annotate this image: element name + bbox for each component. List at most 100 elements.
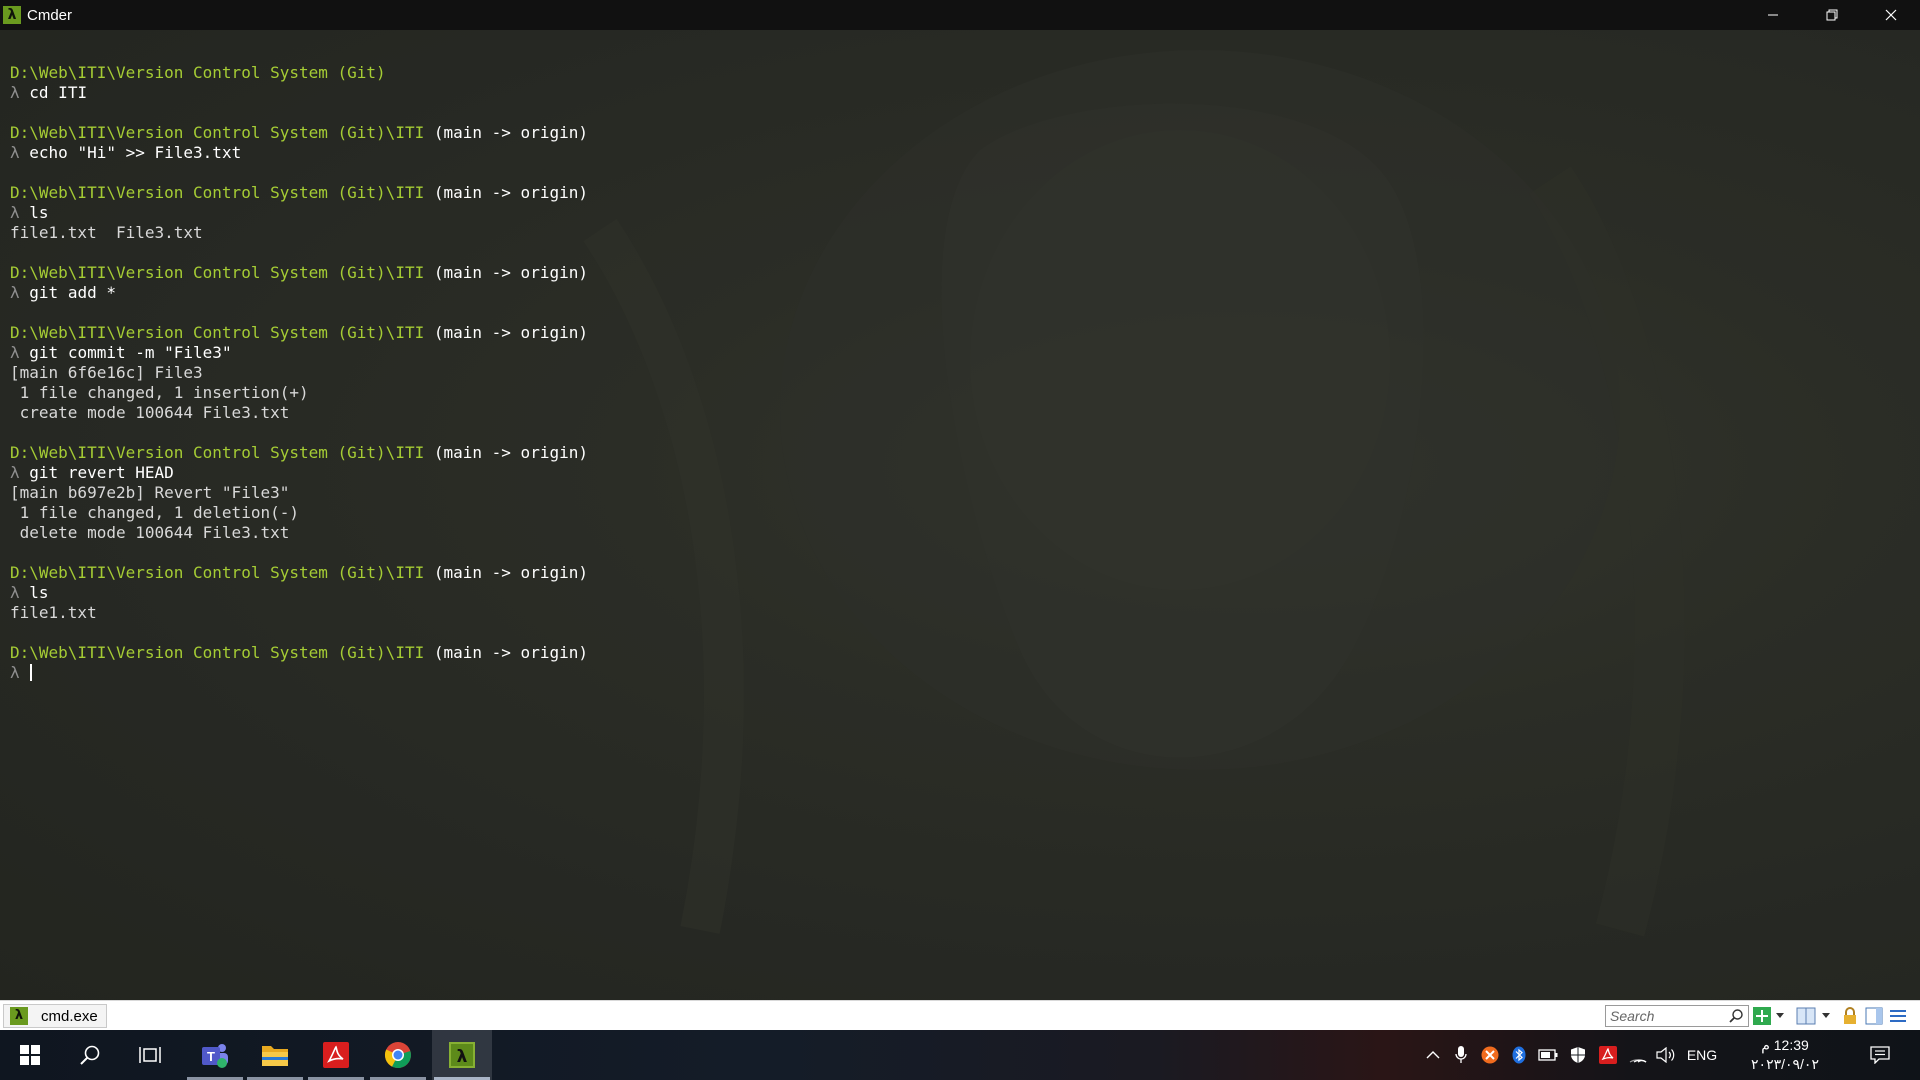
- cmder-toolbar: [1752, 1006, 1910, 1026]
- tab-label: cmd.exe: [41, 1007, 98, 1025]
- taskbar-chrome[interactable]: [368, 1030, 428, 1080]
- svg-text:λ: λ: [457, 1047, 468, 1067]
- git-branch-indicator: (main -> origin): [433, 643, 588, 662]
- taskbar-file-explorer[interactable]: [245, 1030, 305, 1080]
- lambda-prompt-symbol: λ: [10, 283, 20, 302]
- windows-logo-icon: [20, 1045, 40, 1065]
- tray-bluetooth[interactable]: [1506, 1030, 1532, 1080]
- clock-time: 12:39 م: [1761, 1037, 1809, 1053]
- output-line: create mode 100644 File3.txt: [10, 403, 290, 422]
- layout-button[interactable]: [1862, 1006, 1886, 1026]
- output-line: 1 file changed, 1 deletion(-): [10, 503, 299, 522]
- search-icon[interactable]: [1728, 1008, 1744, 1024]
- task-view-icon: [139, 1047, 161, 1063]
- start-button[interactable]: [0, 1030, 60, 1080]
- input-language-indicator[interactable]: ENG: [1682, 1030, 1722, 1080]
- windows-taskbar: T λ ENG 12:39 م ٢٠٢٣/٠٩/٠٢: [0, 1030, 1920, 1080]
- microphone-icon: [1455, 1046, 1467, 1063]
- svg-text:T: T: [207, 1049, 215, 1064]
- command-line: λ git add *: [10, 283, 588, 303]
- settings-menu-button[interactable]: [1886, 1006, 1910, 1026]
- taskbar-acrobat[interactable]: [306, 1030, 366, 1080]
- task-view-button[interactable]: [120, 1030, 180, 1080]
- command-text: git commit -m "File3": [29, 343, 232, 362]
- command-text: git revert HEAD: [29, 463, 174, 482]
- clock-date: ٢٠٢٣/٠٩/٠٢: [1751, 1056, 1819, 1072]
- chevron-down-icon: [1822, 1013, 1830, 1018]
- window-title: Cmder: [27, 6, 73, 24]
- wifi-icon: [1629, 1059, 1647, 1063]
- tray-app-orange[interactable]: [1476, 1030, 1504, 1080]
- cmder-app-icon: λ: [3, 6, 21, 24]
- command-text: ls: [29, 583, 49, 602]
- prompt-line: D:\Web\ITI\Version Control System (Git)\…: [10, 183, 588, 203]
- battery-icon: [1538, 1049, 1558, 1061]
- prompt-path: D:\Web\ITI\Version Control System (Git)\…: [10, 323, 425, 342]
- git-branch-indicator: (main -> origin): [433, 323, 588, 342]
- tray-volume[interactable]: [1652, 1030, 1680, 1080]
- command-text: echo "Hi" >> File3.txt: [29, 143, 242, 162]
- teams-icon: T: [202, 1044, 228, 1068]
- lambda-prompt-symbol: λ: [10, 203, 20, 222]
- chevron-down-icon: [1776, 1013, 1784, 1018]
- prompt-line: D:\Web\ITI\Version Control System (Git)\…: [10, 563, 588, 583]
- split-view-button[interactable]: [1794, 1006, 1818, 1026]
- volume-icon: [1656, 1047, 1675, 1063]
- prompt-path: D:\Web\ITI\Version Control System (Git)\…: [10, 563, 425, 582]
- tray-security[interactable]: [1564, 1030, 1592, 1080]
- command-input-line: λ: [10, 663, 588, 683]
- prompt-path: D:\Web\ITI\Version Control System (Git)\…: [10, 183, 425, 202]
- show-hidden-icons-button[interactable]: [1420, 1030, 1446, 1080]
- console-tab[interactable]: λ cmd.exe: [3, 1004, 107, 1028]
- command-line: λ ls: [10, 203, 588, 223]
- output-line: delete mode 100644 File3.txt: [10, 523, 290, 542]
- prompt-line: D:\Web\ITI\Version Control System (Git): [10, 63, 588, 83]
- action-center-button[interactable]: [1855, 1030, 1905, 1080]
- taskbar-cmder[interactable]: λ: [432, 1030, 492, 1080]
- shield-icon: [1571, 1047, 1585, 1063]
- output-line: file1.txt File3.txt: [10, 223, 203, 242]
- prompt-line: D:\Web\ITI\Version Control System (Git)\…: [10, 443, 588, 463]
- tray-battery[interactable]: [1534, 1030, 1562, 1080]
- notification-icon: [1870, 1046, 1890, 1064]
- search-input[interactable]: [1610, 1007, 1726, 1025]
- command-line: λ echo "Hi" >> File3.txt: [10, 143, 588, 163]
- prompt-path: D:\Web\ITI\Version Control System (Git)\…: [10, 643, 425, 662]
- tray-wifi[interactable]: [1624, 1030, 1652, 1080]
- new-console-button[interactable]: [1752, 1006, 1772, 1026]
- title-bar[interactable]: λ Cmder: [0, 0, 1920, 30]
- prompt-line: D:\Web\ITI\Version Control System (Git)\…: [10, 323, 588, 343]
- restore-button[interactable]: [1802, 0, 1861, 30]
- tray-acrobat[interactable]: [1594, 1030, 1622, 1080]
- orange-app-icon: [1481, 1046, 1499, 1064]
- chrome-icon: [384, 1042, 411, 1069]
- prompt-line: D:\Web\ITI\Version Control System (Git)\…: [10, 123, 588, 143]
- lock-button[interactable]: [1838, 1006, 1862, 1026]
- split-view-dropdown[interactable]: [1818, 1006, 1834, 1026]
- git-branch-indicator: (main -> origin): [433, 443, 588, 462]
- hamburger-menu-icon: [1890, 1010, 1906, 1022]
- minimize-icon: [1767, 14, 1778, 16]
- search-button[interactable]: [60, 1030, 120, 1080]
- git-branch-indicator: (main -> origin): [433, 183, 588, 202]
- prompt-path: D:\Web\ITI\Version Control System (Git)\…: [10, 443, 425, 462]
- lambda-prompt-symbol: λ: [10, 663, 20, 682]
- command-line: λ git commit -m "File3": [10, 343, 588, 363]
- git-branch-indicator: (main -> origin): [433, 123, 588, 142]
- tray-microphone[interactable]: [1448, 1030, 1474, 1080]
- clock[interactable]: 12:39 م ٢٠٢٣/٠٩/٠٢: [1730, 1030, 1840, 1080]
- output-line: file1.txt: [10, 603, 97, 622]
- minimize-button[interactable]: [1743, 0, 1802, 30]
- git-branch-indicator: (main -> origin): [433, 563, 588, 582]
- output-line: 1 file changed, 1 insertion(+): [10, 383, 309, 402]
- output-line: [main 6f6e16c] File3: [10, 363, 203, 382]
- close-button[interactable]: [1861, 0, 1920, 30]
- new-console-dropdown[interactable]: [1772, 1006, 1788, 1026]
- terminal-console[interactable]: D:\Web\ITI\Version Control System (Git) λ…: [0, 30, 1920, 1000]
- command-text: cd ITI: [29, 83, 88, 102]
- taskbar-teams[interactable]: T: [185, 1030, 245, 1080]
